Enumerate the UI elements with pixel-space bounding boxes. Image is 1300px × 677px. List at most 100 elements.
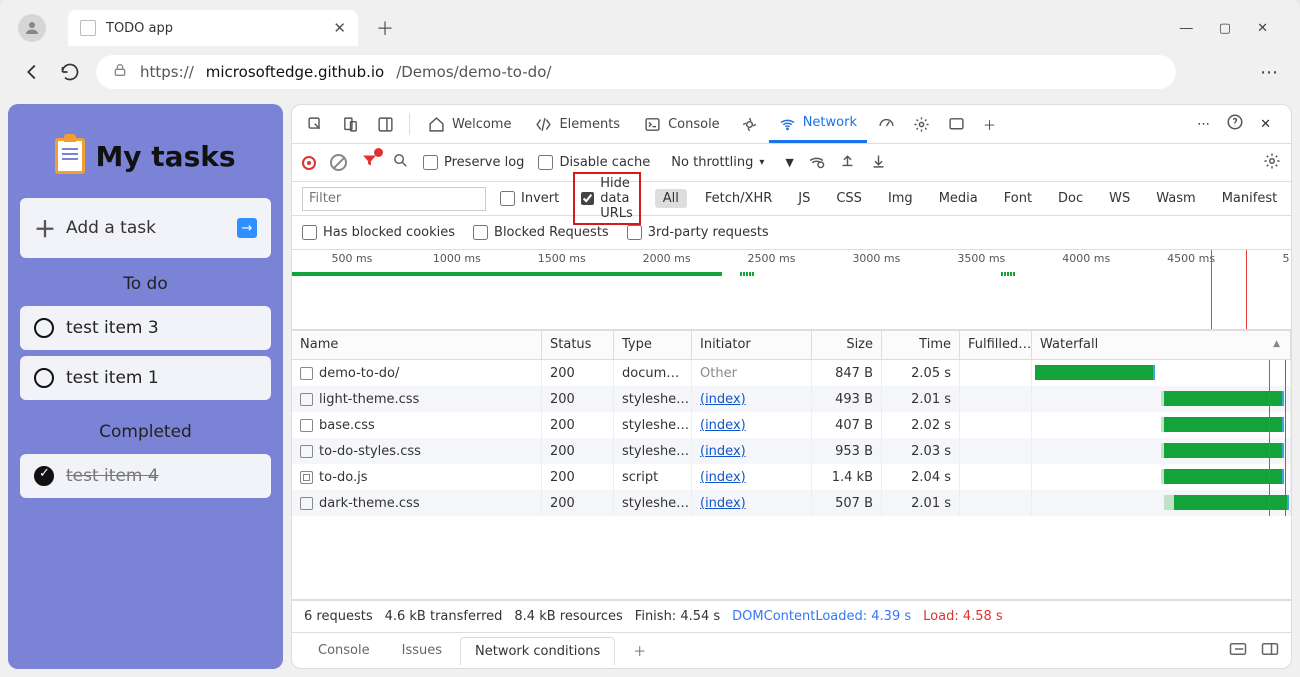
tab-performance[interactable] xyxy=(871,105,902,143)
filter-type-css[interactable]: CSS xyxy=(828,189,870,208)
more-tabs-button[interactable]: ＋ xyxy=(976,105,1003,143)
back-button[interactable] xyxy=(20,60,44,84)
file-icon xyxy=(300,497,313,510)
address-bar-row: https://microsoftedge.github.io/Demos/de… xyxy=(0,48,1300,96)
task-item-done[interactable]: test item 4 xyxy=(20,454,271,498)
filter-type-doc[interactable]: Doc xyxy=(1050,189,1091,208)
device-toggle-button[interactable] xyxy=(335,105,366,143)
tab-elements[interactable]: Elements xyxy=(525,105,630,143)
col-initiator[interactable]: Initiator xyxy=(692,331,812,359)
network-request-row[interactable]: base.css200styleshe…(index)407 B2.02 s xyxy=(292,412,1291,438)
clear-button[interactable] xyxy=(330,154,347,171)
drawer-issues[interactable]: Issues xyxy=(388,637,456,664)
window-controls: ― ▢ ✕ xyxy=(1180,21,1292,36)
filter-type-all[interactable]: All xyxy=(655,189,687,208)
col-name[interactable]: Name xyxy=(292,331,542,359)
help-icon[interactable] xyxy=(1226,113,1244,135)
task-checkbox[interactable] xyxy=(34,368,54,388)
maximize-icon[interactable]: ▢ xyxy=(1219,21,1231,36)
task-item[interactable]: test item 1 xyxy=(20,356,271,400)
overview-tick: 500 ms xyxy=(331,252,372,265)
network-settings-icon[interactable] xyxy=(1263,152,1281,174)
drawer-expand-icon[interactable] xyxy=(1229,642,1247,660)
filter-toggle-button[interactable] xyxy=(361,152,378,173)
filter-type-wasm[interactable]: Wasm xyxy=(1148,189,1203,208)
browser-tab[interactable]: TODO app ✕ xyxy=(68,10,358,46)
blocked-requests-checkbox[interactable]: Blocked Requests xyxy=(473,225,609,240)
tab-close-icon[interactable]: ✕ xyxy=(333,19,346,37)
tab-application[interactable] xyxy=(906,105,937,143)
browser-menu-button[interactable]: ⋯ xyxy=(1260,62,1280,83)
inspect-button[interactable] xyxy=(300,105,331,143)
devtools-more-icon[interactable]: ⋯ xyxy=(1197,117,1210,132)
file-icon xyxy=(300,367,313,380)
throttling-select[interactable]: No throttling▾ xyxy=(664,151,771,174)
tab-favicon xyxy=(80,20,96,36)
task-checkbox-checked[interactable] xyxy=(34,466,54,486)
col-type[interactable]: Type xyxy=(614,331,692,359)
filter-type-ws[interactable]: WS xyxy=(1101,189,1138,208)
col-fulfilled[interactable]: Fulfilled… xyxy=(960,331,1032,359)
tab-sources[interactable] xyxy=(734,105,765,143)
col-time[interactable]: Time xyxy=(882,331,960,359)
search-button[interactable] xyxy=(392,152,409,173)
network-overview[interactable]: 500 ms1000 ms1500 ms2000 ms2500 ms3000 m… xyxy=(292,250,1291,330)
tab-welcome[interactable]: Welcome xyxy=(418,105,521,143)
filter-type-fetch/xhr[interactable]: Fetch/XHR xyxy=(697,189,780,208)
tab-console[interactable]: Console xyxy=(634,105,730,143)
col-size[interactable]: Size xyxy=(812,331,882,359)
disable-cache-checkbox[interactable]: Disable cache xyxy=(538,155,650,170)
task-item[interactable]: test item 3 xyxy=(20,306,271,350)
task-checkbox[interactable] xyxy=(34,318,54,338)
filter-type-manifest[interactable]: Manifest xyxy=(1214,189,1285,208)
blocked-cookies-checkbox[interactable]: Has blocked cookies xyxy=(302,225,455,240)
network-request-row[interactable]: demo-to-do/200docum…Other847 B2.05 s xyxy=(292,360,1291,386)
network-request-row[interactable]: light-theme.css200styleshe…(index)493 B2… xyxy=(292,386,1291,412)
app-header: My tasks xyxy=(20,116,271,186)
drawer-network-conditions[interactable]: Network conditions xyxy=(460,637,615,665)
filter-input[interactable] xyxy=(302,187,486,211)
url-host: microsoftedge.github.io xyxy=(206,63,384,81)
profile-avatar[interactable] xyxy=(18,14,46,42)
new-tab-button[interactable]: ＋ xyxy=(370,13,400,43)
third-party-checkbox[interactable]: 3rd-party requests xyxy=(627,225,769,240)
preserve-log-checkbox[interactable]: Preserve log xyxy=(423,155,524,170)
network-request-row[interactable]: to-do.js200script(index)1.4 kB2.04 s xyxy=(292,464,1291,490)
network-filter-row: Invert Hide data URLs AllFetch/XHRJSCSSI… xyxy=(292,182,1291,216)
col-status[interactable]: Status xyxy=(542,331,614,359)
drawer-console[interactable]: Console xyxy=(304,637,384,664)
throttling-caret[interactable]: ▼ xyxy=(785,156,793,169)
overview-tick: 2500 ms xyxy=(748,252,796,265)
drawer-collapse-icon[interactable] xyxy=(1261,642,1279,660)
network-request-row[interactable]: to-do-styles.css200styleshe…(index)953 B… xyxy=(292,438,1291,464)
download-har-icon[interactable] xyxy=(870,152,887,173)
drawer-add-tab[interactable]: ＋ xyxy=(619,635,660,666)
upload-har-icon[interactable] xyxy=(839,152,856,173)
add-task-submit[interactable]: → xyxy=(237,218,257,238)
status-requests: 6 requests xyxy=(304,609,373,624)
filter-type-font[interactable]: Font xyxy=(996,189,1040,208)
filter-type-js[interactable]: JS xyxy=(790,189,818,208)
tab-network[interactable]: Network xyxy=(769,105,867,143)
task-label: test item 1 xyxy=(66,368,159,388)
network-conditions-icon[interactable] xyxy=(808,152,825,173)
filter-type-media[interactable]: Media xyxy=(931,189,986,208)
filter-type-img[interactable]: Img xyxy=(880,189,921,208)
address-bar[interactable]: https://microsoftedge.github.io/Demos/de… xyxy=(96,55,1176,89)
status-dcl: DOMContentLoaded: 4.39 s xyxy=(732,609,911,624)
close-devtools-icon[interactable]: ✕ xyxy=(1260,117,1271,132)
network-table-header[interactable]: Name Status Type Initiator Size Time Ful… xyxy=(292,330,1291,360)
invert-checkbox[interactable]: Invert xyxy=(500,191,559,206)
network-request-row[interactable]: dark-theme.css200styleshe…(index)507 B2.… xyxy=(292,490,1291,516)
minimize-icon[interactable]: ― xyxy=(1180,21,1193,36)
task-label: test item 4 xyxy=(66,466,159,486)
close-window-icon[interactable]: ✕ xyxy=(1257,21,1268,36)
record-button[interactable] xyxy=(302,156,316,170)
refresh-button[interactable] xyxy=(58,60,82,84)
tab-memory[interactable] xyxy=(941,105,972,143)
add-task-input[interactable]: ＋ Add a task → xyxy=(20,198,271,258)
status-resources: 8.4 kB resources xyxy=(514,609,622,624)
dock-button[interactable] xyxy=(370,105,401,143)
browser-tab-bar: TODO app ✕ ＋ ― ▢ ✕ xyxy=(0,0,1300,48)
col-waterfall[interactable]: Waterfall▲ xyxy=(1032,331,1291,359)
